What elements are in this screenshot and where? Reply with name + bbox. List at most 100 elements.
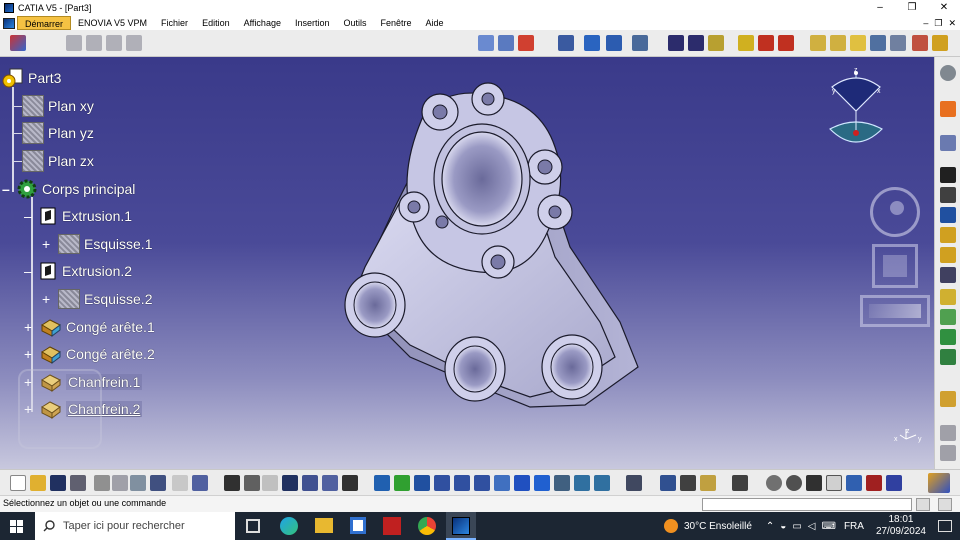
tree-item-conge-1[interactable]: + Congé arête.1 bbox=[24, 316, 155, 338]
undo-icon[interactable] bbox=[150, 475, 166, 491]
3d-part-model[interactable] bbox=[330, 67, 660, 417]
compass-widget[interactable]: z y x bbox=[822, 65, 890, 155]
notification-icon[interactable] bbox=[938, 520, 952, 532]
language-indicator[interactable]: FRA bbox=[844, 521, 864, 532]
transform-icon[interactable] bbox=[940, 425, 956, 441]
layer-icon[interactable] bbox=[846, 475, 862, 491]
hide-show-icon[interactable] bbox=[574, 475, 590, 491]
shell-icon[interactable] bbox=[870, 35, 886, 51]
clock[interactable]: 18:01 27/09/2024 bbox=[876, 514, 926, 538]
stiffener-icon[interactable] bbox=[940, 309, 956, 325]
pad-icon[interactable] bbox=[940, 167, 956, 183]
swap-space-icon[interactable] bbox=[594, 475, 610, 491]
collapse-icon[interactable]: – bbox=[2, 182, 16, 196]
open-folder-icon[interactable] bbox=[30, 475, 46, 491]
task-view-icon[interactable] bbox=[246, 519, 260, 533]
select-tool-icon[interactable] bbox=[10, 35, 26, 51]
insert-body-icon[interactable] bbox=[660, 475, 676, 491]
taskbar-search-box[interactable]: Taper ici pour rechercher bbox=[35, 512, 235, 540]
copy-icon[interactable] bbox=[106, 35, 122, 51]
publish-icon[interactable] bbox=[342, 475, 358, 491]
slot-icon[interactable] bbox=[940, 289, 956, 305]
menu-aide[interactable]: Aide bbox=[419, 16, 451, 30]
constraint-icon[interactable] bbox=[558, 35, 574, 51]
tree-item-part3[interactable]: Part3 bbox=[2, 67, 61, 89]
zoom-in-icon[interactable] bbox=[454, 475, 470, 491]
catalog-icon[interactable] bbox=[66, 35, 82, 51]
pan-view-icon[interactable] bbox=[860, 295, 930, 327]
graphic-props-icon[interactable] bbox=[866, 475, 882, 491]
menu-edition[interactable]: Edition bbox=[195, 16, 237, 30]
point-icon[interactable] bbox=[668, 35, 684, 51]
pad-icon[interactable] bbox=[738, 35, 754, 51]
analysis-icon[interactable] bbox=[700, 475, 716, 491]
tree-item-plan-xy[interactable]: Plan xy bbox=[22, 95, 94, 117]
axis-system-icon[interactable] bbox=[806, 475, 822, 491]
command-options-icon[interactable] bbox=[916, 498, 930, 511]
catia-document-icon[interactable] bbox=[3, 17, 15, 29]
tree-item-conge-2[interactable]: + Congé arête.2 bbox=[24, 343, 155, 365]
loft-icon[interactable] bbox=[940, 329, 956, 345]
update-icon[interactable] bbox=[626, 475, 642, 491]
store-icon[interactable] bbox=[350, 517, 366, 534]
normal-view-icon[interactable] bbox=[494, 475, 510, 491]
define-work-object-icon[interactable] bbox=[680, 475, 696, 491]
measure-between-icon[interactable] bbox=[766, 475, 782, 491]
remove-loft-icon[interactable] bbox=[940, 349, 956, 365]
snap-icon[interactable] bbox=[632, 35, 648, 51]
expand-icon[interactable]: + bbox=[42, 291, 58, 307]
multi-view-icon[interactable] bbox=[514, 475, 530, 491]
pattern-icon[interactable] bbox=[940, 445, 956, 461]
iso-view-icon[interactable] bbox=[534, 475, 550, 491]
command-input[interactable] bbox=[702, 498, 912, 511]
doc-close-button[interactable]: ✕ bbox=[948, 16, 956, 30]
redo-icon[interactable] bbox=[172, 475, 188, 491]
text-icon[interactable] bbox=[478, 35, 494, 51]
fillet-icon[interactable] bbox=[810, 35, 826, 51]
fit-all-icon[interactable] bbox=[394, 475, 410, 491]
3d-viewport[interactable]: Part3 Plan xy Plan yz Plan zx – Corps pr… bbox=[0, 57, 934, 469]
weather-sun-icon[interactable] bbox=[663, 519, 678, 533]
3d-annotation-icon[interactable] bbox=[302, 475, 318, 491]
table-icon[interactable] bbox=[282, 475, 298, 491]
network-icon[interactable]: ◒ bbox=[780, 521, 786, 532]
pocket-icon[interactable] bbox=[758, 35, 774, 51]
instantiate-icon[interactable] bbox=[322, 475, 338, 491]
sketch-icon[interactable] bbox=[584, 35, 600, 51]
precision-icon[interactable] bbox=[826, 475, 842, 491]
fly-mode-icon[interactable] bbox=[374, 475, 390, 491]
split-icon[interactable] bbox=[940, 391, 956, 407]
menu-outils[interactable]: Outils bbox=[337, 16, 374, 30]
thread-icon[interactable] bbox=[912, 35, 928, 51]
tree-item-esquisse-1[interactable]: + Esquisse.1 bbox=[42, 233, 152, 255]
menu-demarrer[interactable]: Démarrer bbox=[17, 16, 72, 30]
pocket-icon[interactable] bbox=[940, 187, 956, 203]
settings-gear-icon[interactable] bbox=[940, 65, 956, 81]
tray-chevron-icon[interactable]: ⌃ bbox=[766, 521, 774, 532]
remove-face-icon[interactable] bbox=[932, 35, 948, 51]
copy-icon[interactable] bbox=[112, 475, 128, 491]
expand-icon[interactable]: + bbox=[24, 319, 40, 335]
tree-overview-frame[interactable] bbox=[18, 369, 102, 449]
menu-insertion[interactable]: Insertion bbox=[288, 16, 337, 30]
keyboard-icon[interactable]: ⌨ bbox=[822, 521, 836, 532]
expand-icon[interactable]: + bbox=[42, 236, 58, 252]
menu-fichier[interactable]: Fichier bbox=[154, 16, 195, 30]
line-icon[interactable] bbox=[688, 35, 704, 51]
grid-icon[interactable] bbox=[606, 35, 622, 51]
print-icon[interactable] bbox=[70, 475, 86, 491]
command-capture-icon[interactable] bbox=[938, 498, 952, 511]
list-icon[interactable] bbox=[886, 475, 902, 491]
tree-item-plan-zx[interactable]: Plan zx bbox=[22, 150, 94, 172]
tree-item-esquisse-2[interactable]: + Esquisse.2 bbox=[42, 288, 152, 310]
menu-affichage[interactable]: Affichage bbox=[237, 16, 288, 30]
rib-icon[interactable] bbox=[940, 267, 956, 283]
close-button[interactable]: ✕ bbox=[928, 0, 960, 16]
formula-icon[interactable] bbox=[224, 475, 240, 491]
draft-icon[interactable] bbox=[850, 35, 866, 51]
rotate-icon[interactable] bbox=[434, 475, 450, 491]
shaft-icon[interactable] bbox=[940, 207, 956, 223]
collapse-icon[interactable]: – bbox=[24, 263, 38, 279]
hole-icon[interactable] bbox=[940, 247, 956, 263]
cut-icon[interactable] bbox=[94, 475, 110, 491]
